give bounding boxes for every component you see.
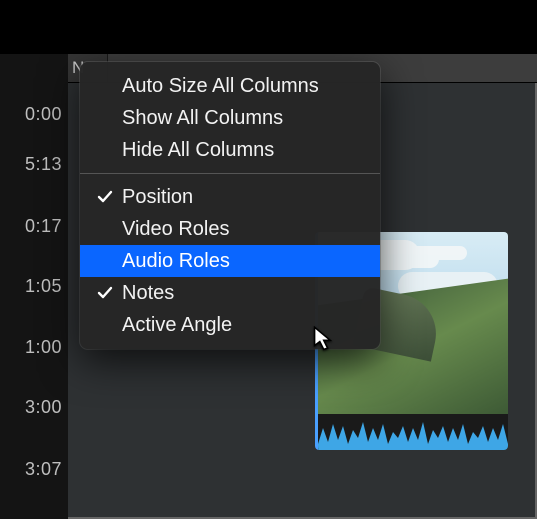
menu-separator [80, 173, 380, 174]
timecode-value: 0:17 [2, 217, 62, 235]
menu-item-show-all-columns[interactable]: Show All Columns [80, 102, 380, 134]
audio-waveform [318, 414, 508, 450]
menu-item-label: Auto Size All Columns [122, 75, 319, 97]
top-bar-area [0, 0, 537, 54]
checkmark-icon [94, 181, 116, 213]
timecode-value: 1:00 [2, 338, 62, 356]
menu-item-notes[interactable]: Notes [80, 277, 380, 309]
menu-item-position[interactable]: Position [80, 181, 380, 213]
timecode-value: 3:07 [2, 460, 62, 478]
menu-item-label: Hide All Columns [122, 139, 274, 161]
menu-item-label: Position [122, 186, 193, 208]
menu-item-auto-size-columns[interactable]: Auto Size All Columns [80, 70, 380, 102]
column-context-menu: Auto Size All Columns Show All Columns H… [80, 62, 380, 349]
timecode-value: 3:00 [2, 398, 62, 416]
menu-item-label: Audio Roles [122, 250, 230, 272]
menu-item-label: Show All Columns [122, 107, 283, 129]
timecode-value: 1:05 [2, 277, 62, 295]
timecode-value: 5:13 [2, 155, 62, 173]
checkmark-icon [94, 277, 116, 309]
app-window: N 0:00 5:13 0:17 1:05 1:00 3:00 3:07 Aut… [0, 0, 537, 519]
timecode-value: 0:00 [2, 105, 62, 123]
menu-item-active-angle[interactable]: Active Angle [80, 309, 380, 341]
menu-item-video-roles[interactable]: Video Roles [80, 213, 380, 245]
menu-item-hide-all-columns[interactable]: Hide All Columns [80, 134, 380, 166]
menu-item-audio-roles[interactable]: Audio Roles [80, 245, 380, 277]
menu-item-label: Video Roles [122, 218, 229, 240]
menu-item-label: Active Angle [122, 314, 232, 336]
menu-item-label: Notes [122, 282, 174, 304]
